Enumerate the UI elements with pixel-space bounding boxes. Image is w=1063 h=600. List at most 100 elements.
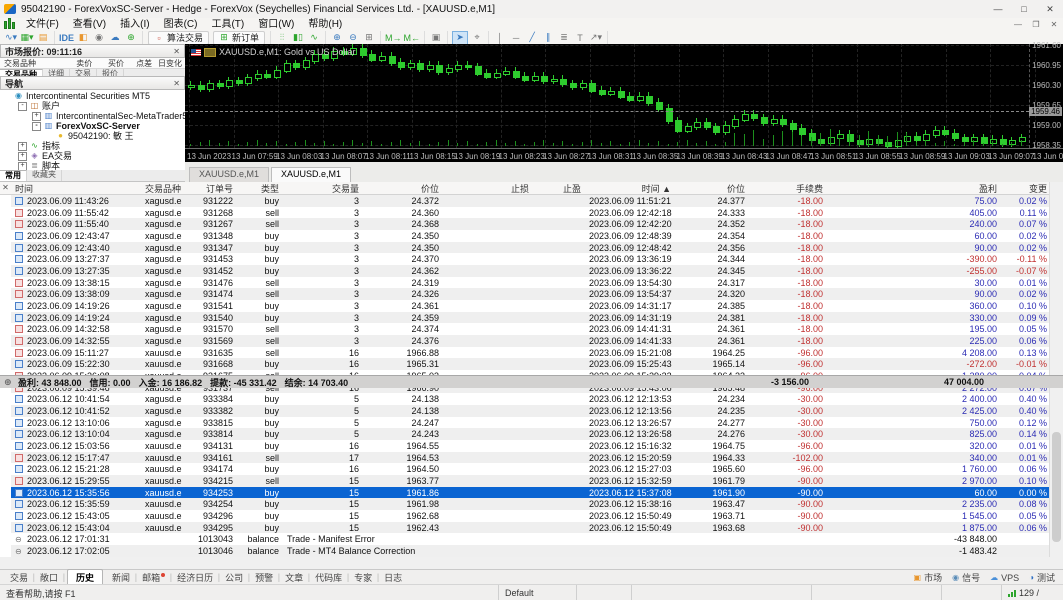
history-row[interactable]: 2023.06.12 13:10:06 xagusd.e 933815 buy 5 24.…: [11, 417, 1061, 429]
navigator-close-icon[interactable]: ✕: [173, 79, 180, 88]
menu-item-T[interactable]: 工具(T): [204, 18, 251, 31]
history-row[interactable]: 2023.06.09 13:38:09 xagusd.e 931474 sell 3 24…: [11, 288, 1061, 301]
menu-item-C[interactable]: 图表(C): [157, 18, 205, 31]
navigator-item-0[interactable]: ◉ Intercontinental Securities MT5: [0, 91, 185, 101]
history-column-header-5[interactable]: 价位: [363, 182, 443, 195]
child-restore-button[interactable]: ❐: [1027, 20, 1045, 29]
fibonacci-tool-icon[interactable]: ≣: [557, 32, 571, 44]
chart-mode-icon[interactable]: ∿▾: [4, 32, 18, 44]
crosshair-tool-icon[interactable]: ⌖: [470, 32, 484, 44]
history-row[interactable]: 2023.06.12 13:10:04 xagusd.e 933814 buy 5 24.…: [11, 428, 1061, 441]
history-column-header-6[interactable]: 止损: [443, 182, 533, 195]
history-row[interactable]: 2023.06.09 15:22:30 xauusd.e 931668 buy 16 19…: [11, 358, 1061, 371]
status-profile[interactable]: Default: [498, 585, 576, 600]
scrollbar-thumb[interactable]: [1052, 432, 1061, 542]
history-row[interactable]: 2023.06.09 11:55:42 xagusd.e 931268 sell 3 24…: [11, 207, 1061, 219]
menu-item-V[interactable]: 查看(V): [66, 18, 113, 31]
navigator-item-5[interactable]: + ∿ 指标: [0, 141, 185, 151]
history-column-header-1[interactable]: 交易品种: [141, 182, 183, 195]
chart-plot-area[interactable]: [185, 44, 1036, 149]
toolbox-tab-公司[interactable]: 公司 |: [219, 571, 250, 584]
history-column-header-3[interactable]: 类型: [237, 182, 283, 195]
toolbox-tab-敞口[interactable]: 敞口 |: [34, 571, 65, 584]
chart-window-icon[interactable]: [4, 18, 15, 29]
navigator-header[interactable]: 导航 ✕: [0, 76, 185, 90]
toolbox-tab-预警[interactable]: 预警 |: [249, 571, 280, 584]
history-row[interactable]: 2023.06.12 15:35:56 xauusd.e 934253 buy 15 19…: [11, 486, 1061, 499]
lock-icon[interactable]: ◧: [76, 32, 90, 44]
navigator-item-4[interactable]: ● 95042190: 敏 王: [0, 131, 185, 141]
tree-expander-icon[interactable]: +: [32, 111, 41, 121]
market-watch-header[interactable]: 市场报价: 09:11:16 ✕: [0, 44, 185, 58]
toolbox-tab-邮箱[interactable]: 邮箱 |: [136, 571, 172, 584]
toolbox-tab-日志[interactable]: 日志: [378, 571, 408, 584]
zoom-in-icon[interactable]: ⊕: [330, 32, 344, 44]
summary-plus-icon[interactable]: ⊕: [0, 377, 14, 388]
community-icon[interactable]: ⊕: [124, 32, 138, 44]
history-row[interactable]: 2023.06.12 10:41:52 xagusd.e 933382 buy 5 24.…: [11, 405, 1061, 417]
tree-expander-icon[interactable]: +: [18, 151, 27, 161]
metaeditor-ide-button[interactable]: IDE: [59, 32, 74, 44]
history-row[interactable]: 2023.06.09 11:43:26 xagusd.e 931222 buy 3 24.…: [11, 195, 1061, 207]
history-column-header-11[interactable]: 盈利: [827, 182, 1001, 195]
navigator-item-7[interactable]: + ≣ 脚本: [0, 161, 185, 170]
toolbox-tab-专家[interactable]: 专家 |: [348, 571, 379, 584]
algo-trading-button[interactable]: ▫ 算法交易: [148, 30, 210, 45]
vertical-line-tool-icon[interactable]: │: [493, 32, 507, 44]
history-row[interactable]: 2023.06.12 15:43:04 xauusd.e 934295 buy 15 19…: [11, 521, 1061, 534]
history-row[interactable]: 2023.06.09 13:27:35 xagusd.e 931452 buy 3 24.…: [11, 265, 1061, 277]
maximize-button[interactable]: □: [1011, 0, 1037, 18]
history-row[interactable]: 2023.06.09 12:43:47 xagusd.e 931348 buy 3 24.…: [11, 230, 1061, 242]
chart-tab-0[interactable]: XAUUSD.e,M1: [189, 167, 270, 182]
chart-tab-1[interactable]: XAUUSD.e,M1: [271, 167, 352, 182]
tree-expander-icon[interactable]: +: [18, 141, 27, 151]
history-row[interactable]: 2023.06.09 11:55:40 xagusd.e 931267 sell 3 24…: [11, 218, 1061, 231]
chart-time-axis[interactable]: 13 Jun 2023 13 Jun 07:59 13 Jun 08:03 13 Ju…: [185, 148, 1063, 163]
history-row[interactable]: 2023.06.09 15:11:27 xauusd.e 931635 sell 16 1…: [11, 347, 1061, 359]
menu-item-I[interactable]: 插入(I): [113, 18, 156, 31]
history-row[interactable]: 2023.06.12 15:03:56 xauusd.e 934131 buy 16 19…: [11, 440, 1061, 452]
navigator-tab-0[interactable]: 常用: [0, 170, 27, 181]
chart-panel[interactable]: XAUUSD.e,M1: Gold vs US Dollar 1961.60 19…: [185, 41, 1063, 163]
candlestick-chart-icon[interactable]: ▮▯: [291, 32, 305, 44]
history-row[interactable]: 2023.06.12 10:41:54 xagusd.e 933384 buy 5 24.…: [11, 393, 1061, 405]
history-row[interactable]: ⊖ 2023.06.12 17:02:05 1013046 balance Trade …: [11, 545, 1061, 557]
vertical-scrollbar[interactable]: [1049, 182, 1063, 557]
status-connection[interactable]: 129 /: [1001, 585, 1063, 600]
quick-link-测试[interactable]: ◑ 测试: [1029, 571, 1055, 584]
history-column-header-0[interactable]: 时间: [11, 182, 141, 195]
history-row[interactable]: 2023.06.12 15:43:05 xauusd.e 934296 buy 15 19…: [11, 510, 1061, 522]
history-row[interactable]: ⊖ 2023.06.12 17:01:31 1013043 balance Trade …: [11, 533, 1061, 545]
broadcast-icon[interactable]: ◉: [92, 32, 106, 44]
market-watch-column-2[interactable]: 买价: [95, 58, 127, 69]
child-close-button[interactable]: ✕: [1045, 20, 1063, 29]
history-row[interactable]: 2023.06.12 15:21:28 xauusd.e 934174 buy 16 19…: [11, 463, 1061, 475]
tree-expander-icon[interactable]: -: [32, 121, 41, 131]
screenshot-icon[interactable]: ▣: [429, 32, 443, 44]
zoom-out-icon[interactable]: ⊖: [346, 32, 360, 44]
channel-tool-icon[interactable]: ∥: [541, 32, 555, 44]
trendline-tool-icon[interactable]: ╱: [525, 32, 539, 44]
navigator-item-6[interactable]: + ◈ EA交易: [0, 151, 185, 161]
close-button[interactable]: ✕: [1037, 0, 1063, 18]
history-row[interactable]: 2023.06.09 14:32:55 xagusd.e 931569 sell 3 24…: [11, 335, 1061, 347]
toolbox-tab-交易[interactable]: 交易 |: [4, 571, 35, 584]
history-row[interactable]: 2023.06.09 14:19:26 xagusd.e 931541 buy 3 24.…: [11, 300, 1061, 312]
tile-windows-icon[interactable]: ⊞: [362, 32, 376, 44]
navigator-item-3[interactable]: - ▥ ForexVoxSC-Server: [0, 121, 185, 131]
navigator-tab-1[interactable]: 收藏夹: [27, 170, 62, 181]
title-bar[interactable]: 95042190 - ForexVoxSC-Server - Hedge - F…: [0, 0, 1063, 19]
history-row[interactable]: 2023.06.09 14:32:58 xagusd.e 931570 sell 3 24…: [11, 323, 1061, 335]
indicator-window-remove-icon[interactable]: M←: [404, 32, 421, 44]
history-column-header-8[interactable]: 时间 ▲: [585, 182, 675, 195]
tree-expander-icon[interactable]: -: [18, 101, 27, 111]
navigator-item-2[interactable]: + ▥ IntercontinentalSec-MetaTrader5: [0, 111, 185, 121]
menu-item-W[interactable]: 窗口(W): [251, 18, 301, 31]
chart-price-axis[interactable]: 1961.60 1960.95 1960.30 1959.65 1959.00 1958.…: [1029, 41, 1063, 150]
history-row[interactable]: 2023.06.12 15:29:55 xauusd.e 934215 sell 15 1…: [11, 475, 1061, 487]
tree-expander-icon[interactable]: +: [18, 161, 27, 170]
minimize-button[interactable]: —: [985, 0, 1011, 18]
line-chart-icon[interactable]: ∿: [307, 32, 321, 44]
toolbox-tab-文章[interactable]: 文章 |: [279, 571, 310, 584]
bar-chart-icon[interactable]: ⫶⫶: [275, 32, 289, 44]
